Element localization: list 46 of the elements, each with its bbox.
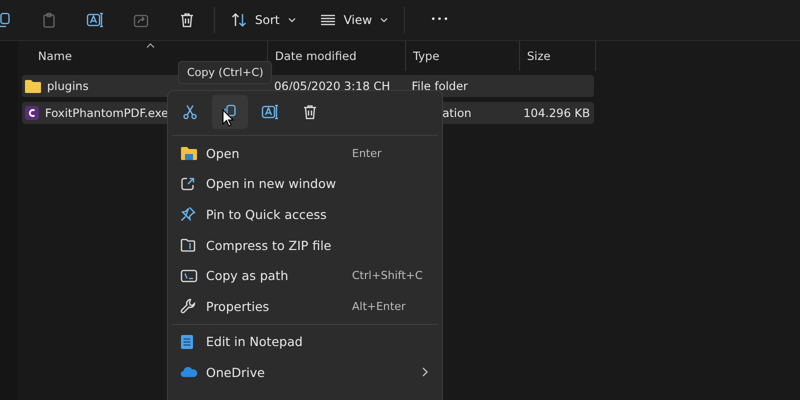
file-name: plugins [47, 79, 89, 93]
type-cell: ation [442, 106, 472, 120]
pin-icon [180, 206, 196, 222]
external-window-icon [180, 176, 196, 192]
wrench-icon [180, 298, 196, 314]
menu-item[interactable]: Open in new window [168, 168, 442, 200]
rename-icon [86, 12, 104, 28]
view-button[interactable]: View [308, 4, 400, 36]
notepad-icon [180, 334, 194, 350]
sort-icon [231, 12, 247, 28]
file-name: FoxitPhantomPDF.exe [45, 106, 168, 120]
column-header[interactable]: Type [413, 49, 440, 63]
scissors-icon [182, 104, 198, 120]
menu-item[interactable]: Compress to ZIP file [168, 230, 442, 260]
tooltip: Copy (Ctrl+C) [178, 61, 272, 84]
menu-item[interactable]: OneDrive [168, 357, 442, 388]
date-cell: 06/05/2020 3:18 CH [274, 79, 390, 93]
column-header[interactable]: Date modified [275, 49, 356, 63]
trash-icon [179, 12, 195, 28]
share-icon [133, 12, 149, 28]
menu-item[interactable]: Properties Alt+Enter [168, 290, 442, 322]
sort-button[interactable]: Sort [219, 4, 308, 36]
menu-item[interactable]: Copy as path Ctrl+Shift+C [168, 260, 442, 291]
rename-icon [261, 104, 279, 120]
app-icon [24, 105, 40, 121]
clipboard-icon [41, 12, 57, 28]
size-cell: 104.296 KB [523, 106, 590, 120]
path-icon [180, 268, 198, 284]
chevron-down-icon [380, 17, 388, 23]
menu-item[interactable]: Edit in Notepad [168, 326, 442, 358]
sort-up-icon [146, 43, 155, 48]
mouse-pointer-icon [222, 109, 234, 127]
copy-icon [0, 12, 12, 28]
copy-button[interactable] [212, 95, 248, 129]
zip-folder-icon [180, 237, 196, 254]
chevron-down-icon [288, 17, 296, 23]
trash-icon [302, 104, 318, 120]
folder-icon [24, 78, 42, 94]
lines-icon [320, 12, 336, 28]
column-header[interactable]: Size [527, 49, 551, 63]
folder-icon [180, 145, 198, 162]
menu-item[interactable]: Pin to Quick access [168, 199, 442, 230]
menu-item[interactable]: Open Enter [168, 138, 442, 169]
more-button[interactable]: ••• [417, 4, 464, 36]
type-cell: File folder [412, 79, 468, 93]
column-header[interactable]: Name [38, 49, 72, 63]
